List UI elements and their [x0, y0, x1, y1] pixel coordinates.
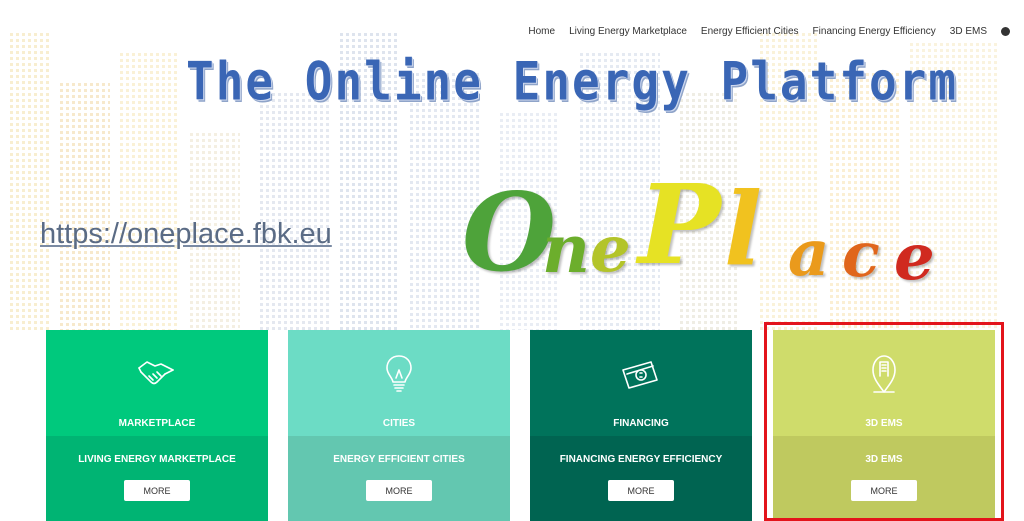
- more-button[interactable]: MORE: [124, 480, 190, 501]
- logo-letter: e: [590, 212, 631, 287]
- card-financing: FINANCING FINANCING ENERGY EFFICIENCY MO…: [530, 330, 752, 521]
- site-url-link[interactable]: https://oneplace.fbk.eu: [40, 218, 332, 251]
- oneplace-logo: O n e P l a c e: [462, 160, 982, 320]
- card-top: CITIES: [288, 330, 510, 436]
- handshake-icon: [138, 361, 174, 385]
- nav-energy-efficient-cities[interactable]: Energy Efficient Cities: [701, 26, 799, 37]
- card-bottom: LIVING ENERGY MARKETPLACE MORE: [46, 436, 268, 521]
- nav-3d-ems[interactable]: 3D EMS: [950, 26, 987, 37]
- money-icon: [622, 361, 658, 389]
- logo-letter: n: [542, 210, 590, 288]
- page-title: The Online Energy Platform: [186, 50, 959, 113]
- card-bottom: ENERGY EFFICIENT CITIES MORE: [288, 436, 510, 521]
- card-category: MARKETPLACE: [118, 418, 196, 429]
- logo-letter: e: [894, 220, 935, 295]
- top-navigation: Home Living Energy Marketplace Energy Ef…: [528, 26, 1010, 37]
- lightbulb-icon: [386, 355, 412, 392]
- card-top: FINANCING: [530, 330, 752, 436]
- more-button[interactable]: MORE: [608, 480, 674, 501]
- more-button[interactable]: MORE: [366, 480, 432, 501]
- logo-letter: a: [788, 216, 830, 291]
- card-title: FINANCING ENERGY EFFICIENCY: [559, 454, 723, 465]
- card-cities: CITIES ENERGY EFFICIENT CITIES MORE: [288, 330, 510, 521]
- nav-home[interactable]: Home: [528, 26, 555, 37]
- logo-letter: c: [842, 218, 880, 291]
- card-title: LIVING ENERGY MARKETPLACE: [78, 454, 236, 465]
- globe-icon[interactable]: [1001, 27, 1010, 36]
- highlight-box: [764, 322, 1004, 521]
- card-bottom: FINANCING ENERGY EFFICIENCY MORE: [530, 436, 752, 521]
- card-category: CITIES: [382, 418, 416, 429]
- card-top: MARKETPLACE: [46, 330, 268, 436]
- card-title: ENERGY EFFICIENT CITIES: [333, 454, 465, 465]
- card-category: FINANCING: [613, 418, 669, 429]
- card-marketplace: MARKETPLACE LIVING ENERGY MARKETPLACE MO…: [46, 330, 268, 521]
- nav-living-energy-marketplace[interactable]: Living Energy Marketplace: [569, 26, 687, 37]
- logo-letter: l: [724, 170, 762, 288]
- logo-letter: P: [638, 160, 721, 289]
- nav-financing-energy-efficiency[interactable]: Financing Energy Efficiency: [813, 26, 936, 37]
